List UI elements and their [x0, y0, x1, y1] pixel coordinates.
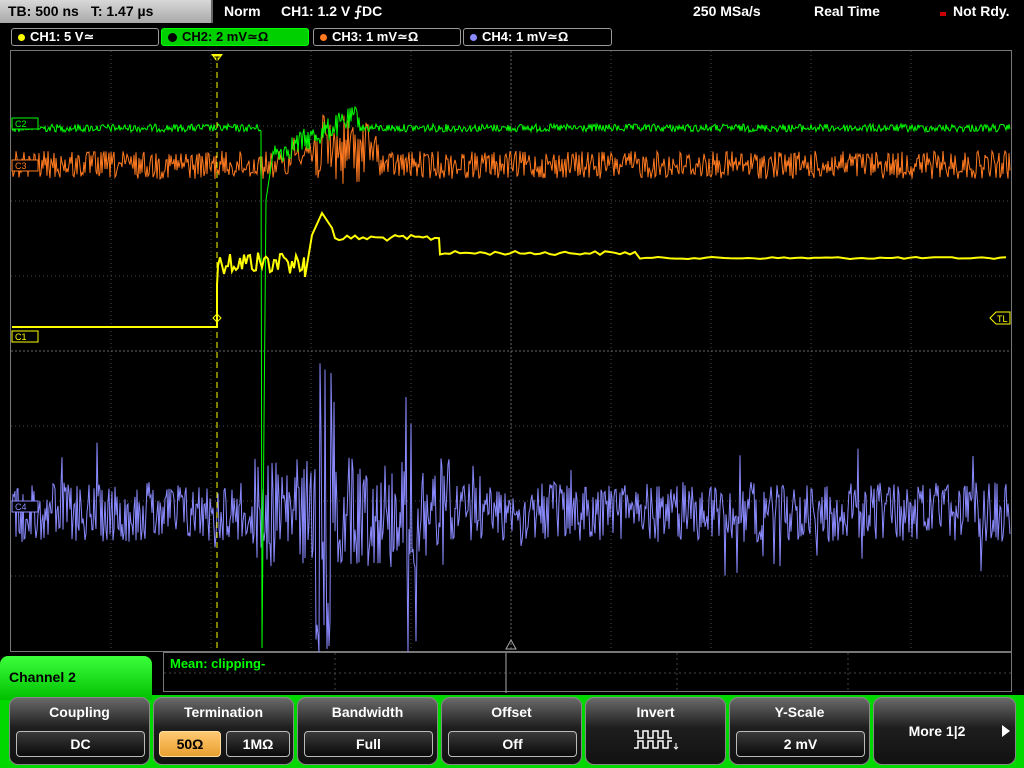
arrow-right-icon — [1002, 725, 1010, 737]
trigger-level-label: TL — [997, 314, 1008, 324]
ch1-waveform — [12, 210, 1007, 328]
termination-title: Termination — [183, 704, 264, 720]
ch3-ground-marker[interactable]: C3 — [11, 159, 39, 172]
termination-softkey[interactable]: Termination 50Ω 1MΩ — [153, 697, 294, 765]
bandwidth-value[interactable]: Full — [304, 731, 433, 757]
y-scale-value[interactable]: 2 mV — [736, 731, 865, 757]
menu-title: Channel 2 — [0, 656, 152, 700]
more-label: More 1|2 — [908, 723, 966, 739]
measurement-result: Mean: clipping- — [170, 656, 266, 671]
ch2-ground-marker[interactable]: C2 — [11, 117, 39, 130]
termination-1mohm-option[interactable]: 1MΩ — [226, 731, 290, 757]
ch2-marker-label: C2 — [15, 119, 27, 129]
invert-waveform-icon — [634, 730, 679, 750]
measurement-panel — [163, 652, 1013, 693]
ch1-marker-label: C1 — [15, 332, 27, 342]
ch4-marker-label: C4 — [15, 502, 27, 512]
invert-title: Invert — [636, 704, 675, 720]
ch3-marker-label: C3 — [15, 161, 27, 171]
ch4-ground-marker[interactable]: C4 — [11, 500, 39, 513]
invert-softkey[interactable]: Invert — [585, 697, 726, 765]
trigger-level-marker[interactable]: TL — [989, 311, 1011, 325]
bandwidth-softkey[interactable]: Bandwidth Full — [297, 697, 438, 765]
ch1-ground-marker[interactable]: C1 — [11, 330, 39, 343]
coupling-value[interactable]: DC — [16, 731, 145, 757]
trigger-marker-label: T — [214, 55, 220, 65]
bandwidth-title: Bandwidth — [331, 704, 404, 720]
y-scale-softkey[interactable]: Y-Scale 2 mV — [729, 697, 870, 765]
termination-50ohm-option[interactable]: 50Ω — [159, 731, 221, 757]
offset-softkey[interactable]: Offset Off — [441, 697, 582, 765]
coupling-softkey[interactable]: Coupling DC — [9, 697, 150, 765]
offset-value[interactable]: Off — [448, 731, 577, 757]
more-softkey[interactable]: More 1|2 — [873, 697, 1016, 765]
coupling-title: Coupling — [49, 704, 110, 720]
y-scale-title: Y-Scale — [774, 704, 825, 720]
offset-title: Offset — [491, 704, 532, 720]
